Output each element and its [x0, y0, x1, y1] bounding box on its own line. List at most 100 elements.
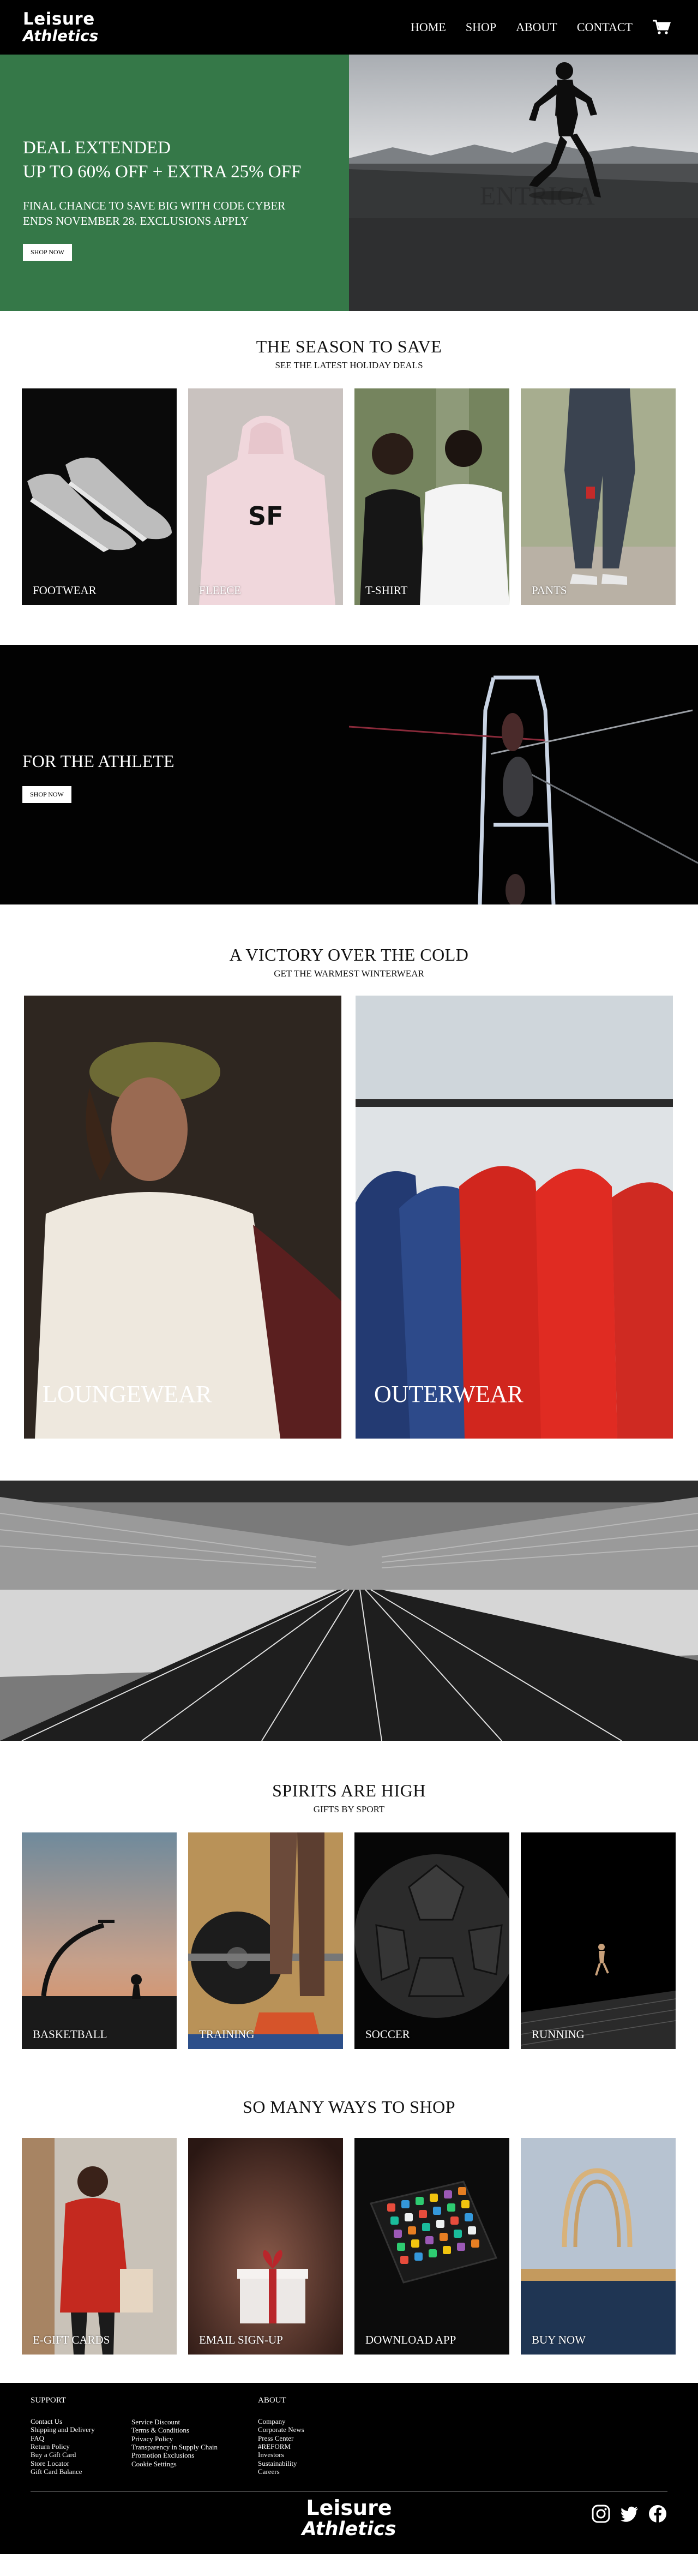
footer-link[interactable]: Sustainability	[258, 2459, 304, 2467]
footer-link[interactable]: Privacy Policy	[131, 2435, 258, 2443]
app-icon	[433, 2207, 441, 2215]
hero-subtitle-line-2: ENDS NOVEMBER 28. EXCLUSIONS APPLY	[23, 214, 249, 228]
tile-soccer[interactable]: SOCCER	[354, 1832, 509, 2049]
footer-link[interactable]: Store Locator	[31, 2459, 131, 2467]
tile-download-app-label: DOWNLOAD APP	[365, 2333, 456, 2346]
cold-section: A VICTORY OVER THE COLD GET THE WARMEST …	[0, 945, 698, 1439]
tshirt-couple-image	[354, 388, 509, 605]
footer-link[interactable]: Press Center	[258, 2434, 304, 2442]
app-icon	[440, 2233, 448, 2241]
tile-buy-now[interactable]: BUY NOW	[521, 2138, 676, 2355]
app-icon	[444, 2190, 452, 2198]
hero-banner: DEAL EXTENDED UP TO 60% OFF + EXTRA 25% …	[0, 55, 698, 311]
app-icon	[387, 2203, 395, 2212]
tile-running[interactable]: RUNNING	[521, 1832, 676, 2049]
tile-training[interactable]: TRAINING	[188, 1832, 343, 2049]
footer-support-col-2: Service Discount Terms & Conditions Priv…	[131, 2396, 258, 2476]
instagram-icon[interactable]	[591, 2504, 611, 2524]
footer-about-list: Company Corporate News Press Center #REF…	[258, 2417, 304, 2476]
site-footer: SUPPORT Contact Us Shipping and Delivery…	[0, 2383, 698, 2554]
cold-title: A VICTORY OVER THE COLD	[229, 945, 469, 964]
footer-link[interactable]: Careers	[258, 2467, 304, 2476]
tile-basketball-label: BASKETBALL	[33, 2028, 107, 2041]
tile-footwear[interactable]: FOOTWEAR	[22, 388, 177, 605]
tile-fleece-label: FLEECE	[199, 584, 241, 597]
cold-subtitle: GET THE WARMEST WINTERWEAR	[274, 968, 424, 979]
footer-link[interactable]: Shipping and Delivery	[31, 2425, 131, 2434]
app-icon	[450, 2216, 459, 2225]
tile-buy-now-label: BUY NOW	[532, 2333, 586, 2346]
tile-email-signup[interactable]: EMAIL SIGN-UP	[188, 2138, 343, 2355]
tile-basketball[interactable]: BASKETBALL	[22, 1832, 177, 2049]
tile-loungewear-label: LOUNGEWEAR	[43, 1381, 212, 1407]
athlete-shop-now-button[interactable]: SHOP NOW	[22, 786, 71, 803]
twitter-icon[interactable]	[619, 2504, 639, 2524]
tile-footwear-label: FOOTWEAR	[33, 584, 97, 597]
footer-link[interactable]: Service Discount	[131, 2418, 258, 2426]
cart-icon[interactable]	[652, 19, 671, 35]
tile-fleece[interactable]: SF FLEECE	[188, 388, 343, 605]
app-icon	[397, 2243, 405, 2251]
spirits-heading: SPIRITS ARE HIGH GIFTS BY SPORT	[0, 1781, 698, 1815]
nav-contact[interactable]: CONTACT	[577, 20, 633, 34]
footer-link[interactable]: Corporate News	[258, 2425, 304, 2434]
facebook-icon[interactable]	[648, 2504, 667, 2524]
footer-link[interactable]: Gift Card Balance	[31, 2467, 131, 2476]
hero-shop-now-button[interactable]: SHOP NOW	[23, 243, 72, 261]
footer-support-col-1: SUPPORT Contact Us Shipping and Delivery…	[31, 2396, 131, 2476]
tile-loungewear[interactable]: LOUNGEWEAR	[24, 996, 341, 1439]
app-icon	[436, 2220, 444, 2228]
tile-download-app[interactable]: DOWNLOAD APP	[354, 2138, 509, 2355]
athlete-title: FOR THE ATHLETE	[22, 751, 174, 771]
app-icon	[457, 2243, 465, 2251]
footer-link[interactable]: Terms & Conditions	[131, 2426, 258, 2434]
nav-about[interactable]: ABOUT	[516, 20, 557, 34]
site-logo[interactable]: Leisure Athletics	[23, 9, 98, 44]
hoodie-image: SF	[188, 388, 343, 605]
footer-link[interactable]: Investors	[258, 2451, 304, 2459]
spirits-tiles: BASKETBALL TRAINING SOCCER RUNNING	[0, 1832, 698, 2049]
phone-image	[354, 2138, 509, 2355]
footer-link[interactable]: Contact Us	[31, 2417, 131, 2425]
stadium-image	[0, 1481, 698, 1741]
footer-link[interactable]: Return Policy	[31, 2442, 131, 2451]
ways-title: SO MANY WAYS TO SHOP	[243, 2097, 455, 2117]
footer-support-list-2: Service Discount Terms & Conditions Priv…	[131, 2418, 258, 2468]
tile-egift-cards[interactable]: E-GIFT CARDS	[22, 2138, 177, 2355]
tile-outerwear[interactable]: OUTERWEAR	[356, 996, 673, 1439]
site-header: Leisure Athletics HOME SHOP ABOUT CONTAC…	[0, 0, 698, 55]
spirits-subtitle: GIFTS BY SPORT	[313, 1804, 385, 1814]
app-icon	[394, 2230, 402, 2238]
cold-heading: A VICTORY OVER THE COLD GET THE WARMEST …	[0, 945, 698, 979]
app-icon	[405, 2213, 413, 2221]
logo-line-1: Leisure	[23, 9, 95, 29]
nav-home[interactable]: HOME	[411, 20, 446, 34]
footer-link[interactable]: #REFORM	[258, 2442, 304, 2451]
season-subtitle: SEE THE LATEST HOLIDAY DEALS	[275, 360, 423, 370]
hero-title-line-2: UP TO 60% OFF + EXTRA 25% OFF	[23, 161, 302, 182]
footer-link[interactable]: Cookie Settings	[131, 2460, 258, 2468]
gift-box-image	[188, 2138, 343, 2355]
footer-link[interactable]: FAQ	[31, 2434, 131, 2442]
footer-link[interactable]: Buy a Gift Card	[31, 2451, 131, 2459]
footer-link[interactable]: Promotion Exclusions	[131, 2451, 258, 2459]
footer-link[interactable]: Transparency in Supply Chain	[131, 2443, 258, 2451]
tile-pants[interactable]: PANTS	[521, 388, 676, 605]
season-section: THE SEASON TO SAVE SEE THE LATEST HOLIDA…	[0, 337, 698, 605]
loungewear-image	[24, 996, 341, 1439]
app-icon	[429, 2249, 437, 2257]
sneakers-image	[27, 457, 172, 552]
hero-title-line-1: DEAL EXTENDED	[23, 138, 171, 158]
nav-shop[interactable]: SHOP	[466, 20, 496, 34]
footer-logo[interactable]: Leisure Athletics	[302, 2497, 396, 2539]
season-heading: THE SEASON TO SAVE SEE THE LATEST HOLIDA…	[0, 337, 698, 371]
tile-egift-cards-label: E-GIFT CARDS	[33, 2333, 110, 2346]
pants-image	[521, 388, 676, 605]
tile-pants-label: PANTS	[532, 584, 567, 597]
app-icon	[390, 2216, 399, 2225]
footer-columns: SUPPORT Contact Us Shipping and Delivery…	[31, 2383, 667, 2476]
app-icon	[400, 2256, 408, 2264]
footer-link[interactable]: Company	[258, 2417, 304, 2425]
tile-soccer-label: SOCCER	[365, 2028, 410, 2041]
tile-tshirt[interactable]: T-SHIRT	[354, 388, 509, 605]
